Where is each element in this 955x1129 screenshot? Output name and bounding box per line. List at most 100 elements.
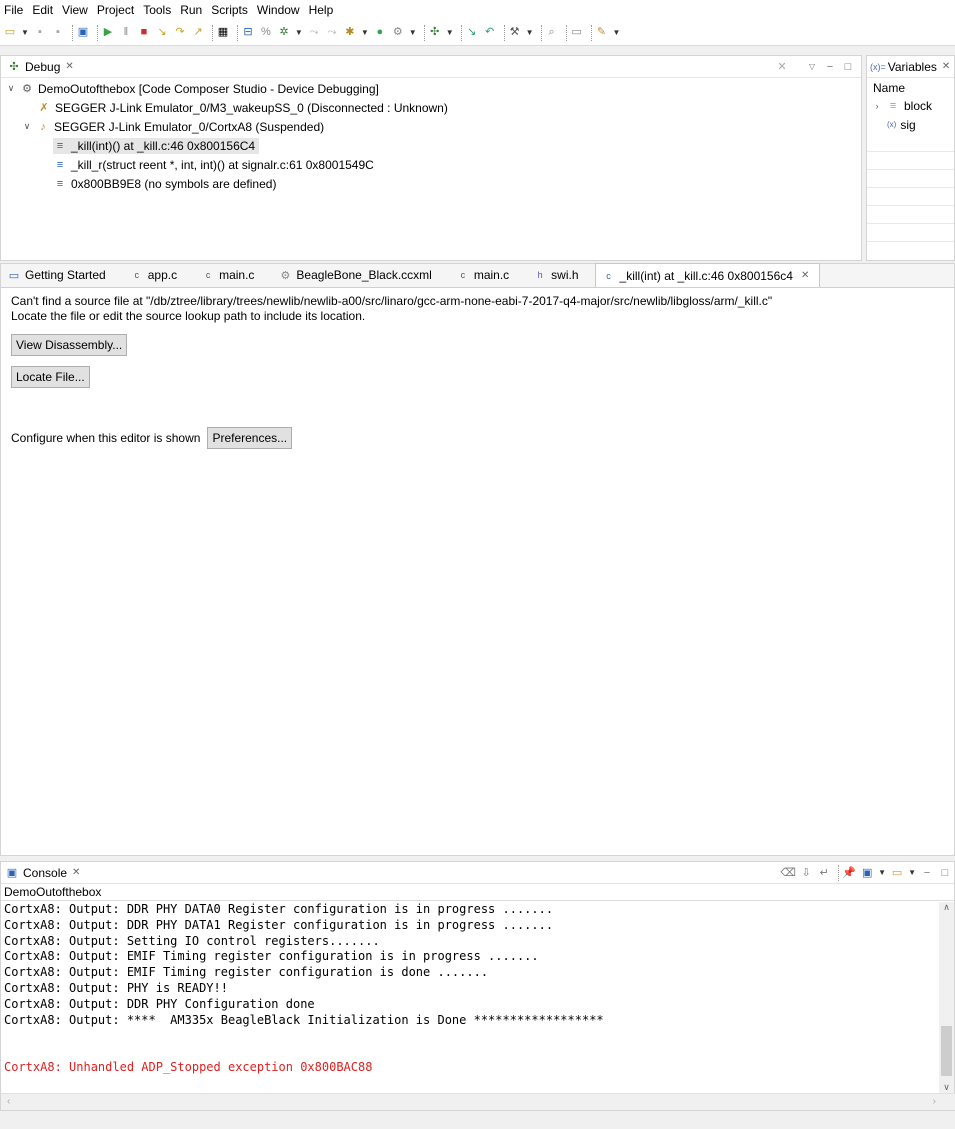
menu-file[interactable]: File [4,3,23,17]
scroll-up-icon[interactable]: ∧ [939,902,954,917]
variable-row[interactable]: (x) sig [867,115,954,134]
scroll-right-icon[interactable]: › [933,1096,936,1107]
suspend-icon[interactable]: ‖ [119,26,133,40]
pencil-icon[interactable]: ✎ [595,26,609,40]
display-console-icon[interactable]: ▣ [860,866,874,880]
console-icon[interactable]: ▣ [76,26,90,40]
tab-getting-started[interactable]: ▭ Getting Started [1,263,116,287]
step-asm-over-icon[interactable]: ⤳ [325,26,339,40]
menu-view[interactable]: View [62,3,88,17]
bug-icon[interactable]: ✣ [428,26,442,40]
scroll-thumb[interactable] [941,1026,952,1076]
debug-icon[interactable]: ✲ [277,26,291,40]
c-file-icon: c [606,270,611,281]
step-asm-icon[interactable]: ⤳ [307,26,321,40]
console-title[interactable]: Console [23,866,67,880]
menu-project[interactable]: Project [97,3,134,17]
console-line: CortxA8: Output: EMIF Timing register co… [4,949,539,964]
chevron-down-icon[interactable]: ∨ [5,83,17,94]
console-line: CortxA8: Output: Setting IO control regi… [4,933,380,948]
console-line: CortxA8: Output: DDR PHY DATA1 Register … [4,917,554,932]
c-file-icon: c [205,270,211,280]
close-icon[interactable]: ✕ [65,61,73,72]
menu-scripts[interactable]: Scripts [211,3,248,17]
variables-icon: (x)= [870,61,886,72]
menu-tools[interactable]: Tools [143,3,171,17]
stack-frame-icon: ≡ [56,139,64,152]
variables-title[interactable]: Variables [888,60,937,74]
menu-bar: File Edit View Project Tools Run Scripts… [0,0,955,20]
editor-area: ▭ Getting Started c app.c c main.c ⚙ Bea… [0,263,955,856]
tab-main-c[interactable]: c main.c [195,263,264,287]
search-icon[interactable]: ⌕ [545,26,559,40]
maximize-icon[interactable]: □ [938,866,952,880]
open-console-icon[interactable]: ▭ [890,866,904,880]
close-icon[interactable]: ✕ [801,270,809,281]
tab-main-c-2[interactable]: c main.c [450,263,519,287]
variables-view: (x)= Variables ✕ Name › ≡ block (x) sig [866,55,955,261]
variable-row[interactable]: › ≡ block [867,96,954,115]
locate-file-button[interactable]: Locate File... [11,366,90,388]
menu-help[interactable]: Help [309,3,334,17]
save-icon[interactable]: ▪ [33,26,47,40]
terminate-icon[interactable]: ■ [137,26,151,40]
new-icon[interactable]: ▭ [3,26,17,40]
source-not-found-message: Can't find a source file at "/db/ztree/l… [11,294,773,308]
step-icon[interactable]: ↘ [465,26,479,40]
scroll-lock-icon[interactable]: ⇩ [799,866,813,880]
stack-frame[interactable]: ≡ _kill_r(struct reent *, int, int)() at… [1,155,861,174]
tree-item-label: _kill_r(struct reent *, int, int)() at s… [71,157,374,172]
horizontal-scrollbar[interactable]: ‹ › [1,1093,955,1110]
debug-bug-icon: ✣ [9,61,19,73]
tab-ccxml[interactable]: ⚙ BeagleBone_Black.ccxml [272,263,441,287]
step-over-icon[interactable]: ↷ [173,26,187,40]
minimize-icon[interactable]: − [823,60,837,74]
resume-icon[interactable]: ▶ [101,26,115,40]
menu-run[interactable]: Run [180,3,202,17]
scroll-down-icon[interactable]: ∨ [939,1082,954,1093]
step-return-icon[interactable]: ↗ [191,26,205,40]
hammer-icon[interactable]: ⚒ [508,26,522,40]
chevron-down-icon[interactable]: ∨ [21,121,33,132]
grid-icon[interactable]: ▦ [216,26,230,40]
close-icon[interactable]: ✕ [72,867,80,878]
new-dropdown-icon[interactable]: ▼ [21,28,29,37]
debug-title[interactable]: Debug [25,60,60,74]
build-icon[interactable]: ⚙ [391,26,405,40]
tab-swi-h[interactable]: h swi.h [527,263,588,287]
stack-frame[interactable]: ≡ 0x800BB9E8 (no symbols are defined) [1,174,861,193]
tree-item-session[interactable]: ∨ ⚙ DemoOutofthebox [Code Composer Studi… [1,79,861,98]
tree-item-m3[interactable]: ✗ SEGGER J-Link Emulator_0/M3_wakeupSS_0… [1,98,861,117]
menu-window[interactable]: Window [257,3,300,17]
clear-console-icon[interactable]: ⌫ [780,866,796,880]
tree-item-cortxa8[interactable]: ∨ ♪ SEGGER J-Link Emulator_0/CortxA8 (Su… [1,117,861,136]
step-back-icon[interactable]: ↶ [483,26,497,40]
stack-frame-selected[interactable]: ≡ _kill(int)() at _kill.c:46 0x800156C4 [1,136,861,155]
step-into-icon[interactable]: ↘ [155,26,169,40]
word-wrap-icon[interactable]: ↵ [817,866,831,880]
outline-icon[interactable]: ▭ [570,26,584,40]
remove-launch-icon[interactable]: ✕ [775,60,789,74]
name-column-header[interactable]: Name [867,78,954,96]
save-all-icon[interactable]: ▪ [51,26,65,40]
link-icon[interactable]: % [259,26,273,40]
maximize-icon[interactable]: □ [841,60,855,74]
view-menu-icon[interactable]: ▽ [805,60,819,74]
preferences-button[interactable]: Preferences... [207,427,293,449]
minimize-icon[interactable]: − [920,866,934,880]
tab-kill[interactable]: c _kill(int) at _kill.c:46 0x800156c4 ✕ [594,263,821,287]
scroll-left-icon[interactable]: ‹ [7,1096,10,1107]
close-icon[interactable]: ✕ [942,61,950,72]
disconnect-icon[interactable]: ⊟ [241,26,255,40]
run-icon[interactable]: ● [373,26,387,40]
pin-console-icon[interactable]: 📌 [842,866,856,880]
console-output[interactable]: CortxA8: Output: DDR PHY DATA0 Register … [1,902,941,1095]
tab-app-c[interactable]: c app.c [124,263,187,287]
view-disassembly-button[interactable]: View Disassembly... [11,334,128,356]
main-toolbar: ▭ ▼ ▪ ▪ ▣ ▶ ‖ ■ ↘ ↷ ↗ ▦ ⊟ % ✲ ▼ ⤳ ⤳ ✱ ▼ ● ⚙… [0,20,955,46]
debug-launch-icon[interactable]: ✱ [343,26,357,40]
chevron-right-icon[interactable]: › [871,101,883,111]
menu-edit[interactable]: Edit [32,3,53,17]
vertical-scrollbar[interactable]: ∧ ∨ [939,902,954,1095]
